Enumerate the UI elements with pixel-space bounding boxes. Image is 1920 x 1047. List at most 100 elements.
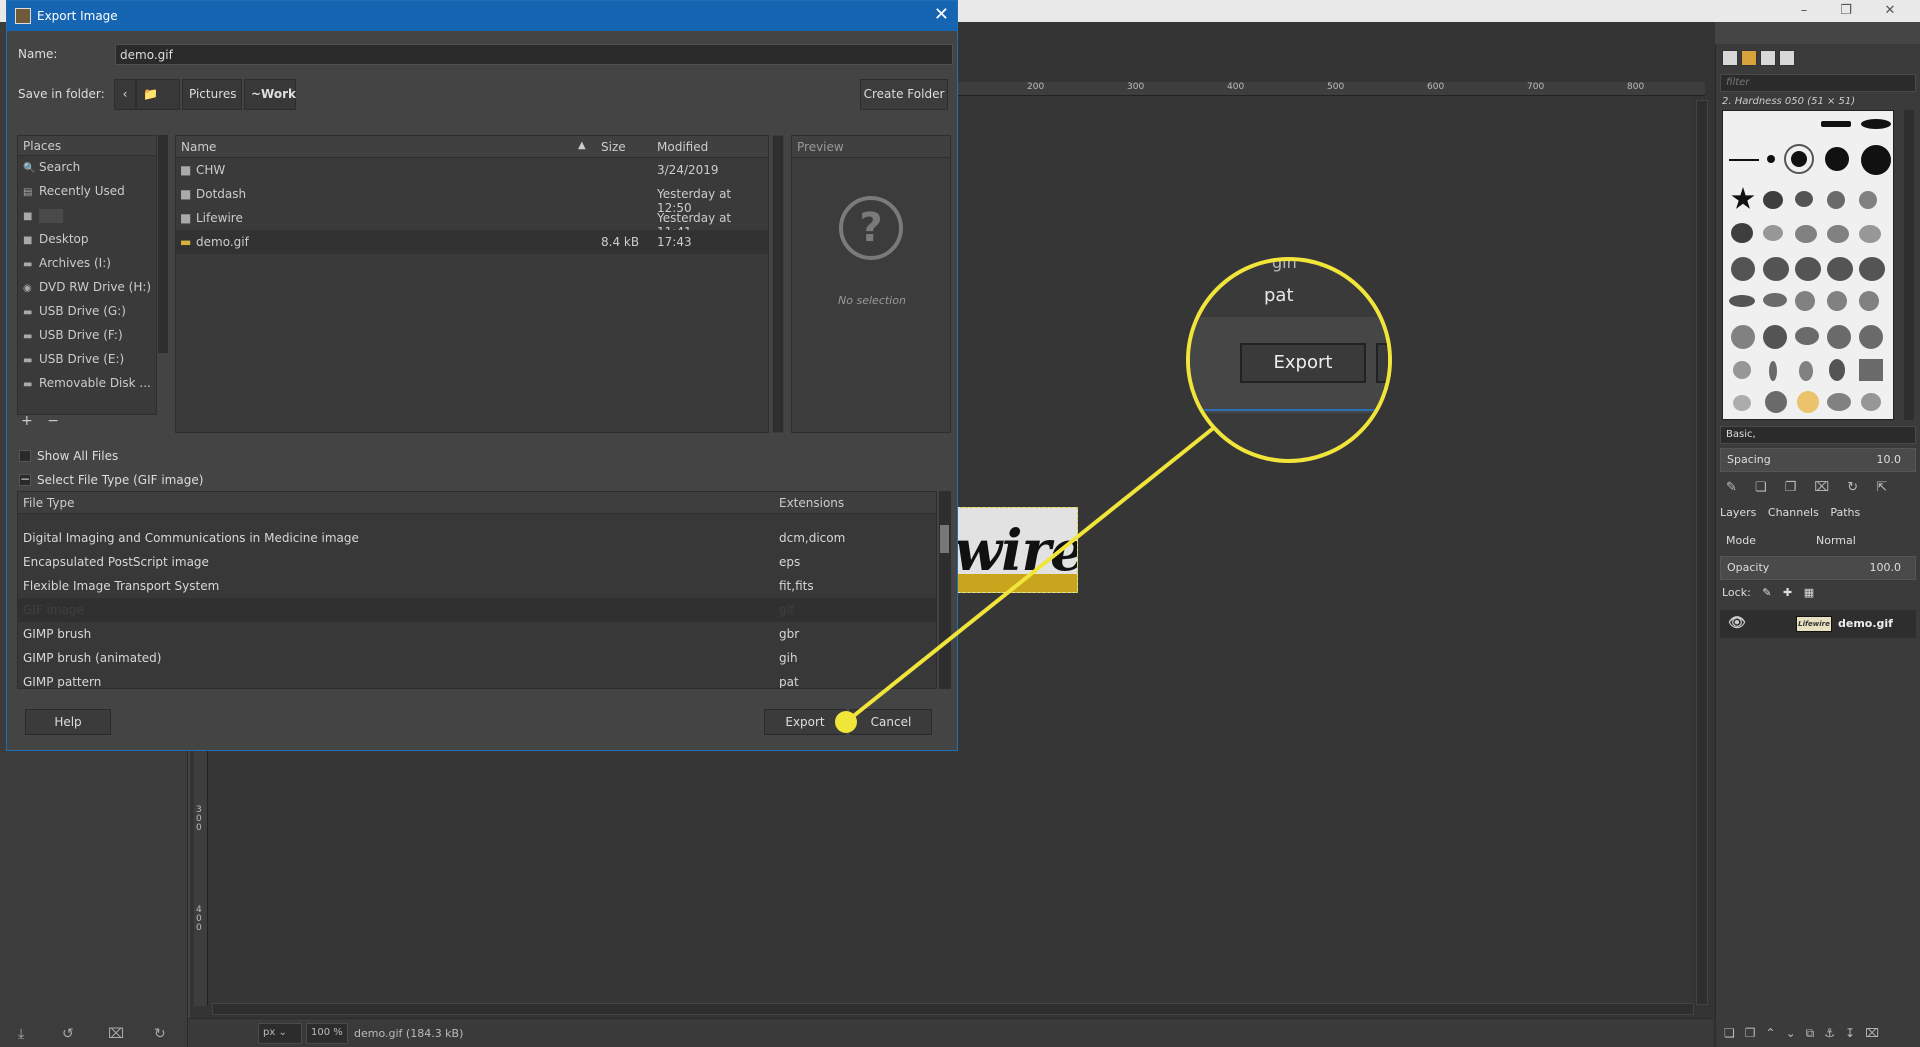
place-home[interactable]: ■ — [18, 204, 156, 228]
refresh-icon[interactable]: ↻ — [1847, 480, 1876, 495]
brush-item[interactable] — [1763, 191, 1783, 209]
scrollbar-thumb[interactable] — [940, 525, 949, 553]
place-drive[interactable]: ▬ Removable Disk ... — [18, 372, 156, 396]
new-brush-icon[interactable]: ❏ — [1755, 480, 1785, 495]
brush-item[interactable] — [1731, 257, 1755, 281]
restore-icon[interactable]: ❐ — [1826, 2, 1866, 20]
filetype-row[interactable]: GIMP brush (animated) gih — [18, 646, 936, 670]
path-pictures-button[interactable]: Pictures — [182, 79, 242, 110]
brush-grid[interactable] — [1722, 110, 1894, 420]
new-group-icon[interactable]: ❐ — [1745, 1026, 1766, 1040]
brush-item[interactable] — [1763, 225, 1783, 241]
brush-item[interactable] — [1859, 359, 1883, 381]
brush-item[interactable] — [1795, 291, 1815, 311]
filetype-row-selected[interactable]: GIF image gif — [18, 598, 936, 622]
brush-preset-select[interactable]: Basic, — [1720, 426, 1916, 444]
brush-item[interactable] — [1797, 391, 1819, 413]
brush-item[interactable] — [1827, 325, 1851, 349]
filetype-row[interactable]: Encapsulated PostScript image eps — [18, 550, 936, 574]
brush-item[interactable] — [1765, 391, 1787, 413]
brush-item[interactable] — [1731, 187, 1755, 209]
brush-item[interactable] — [1729, 295, 1755, 307]
sort-up-icon[interactable]: ▲ — [578, 140, 586, 151]
cancel-button[interactable]: Cancel — [850, 709, 932, 735]
brush-item[interactable] — [1859, 191, 1877, 209]
tab-channels[interactable]: Channels — [1768, 506, 1819, 519]
show-all-files-label[interactable]: Show All Files — [37, 449, 118, 463]
edit-brush-icon[interactable]: ✎ — [1726, 480, 1755, 495]
brush-item[interactable] — [1795, 191, 1813, 207]
brush-item[interactable] — [1795, 327, 1819, 345]
brush-item[interactable] — [1731, 325, 1755, 349]
mode-select[interactable]: Normal — [1816, 534, 1856, 547]
brush-item[interactable] — [1861, 393, 1881, 411]
eye-icon[interactable]: 👁 — [1728, 615, 1746, 631]
place-drive[interactable]: ◉ DVD RW Drive (H:) — [18, 276, 156, 300]
brush-item[interactable] — [1729, 159, 1759, 161]
filetype-scrollbar[interactable] — [939, 491, 951, 689]
place-drive[interactable]: ▬ USB Drive (E:) — [18, 348, 156, 372]
brush-scrollbar[interactable] — [1904, 110, 1914, 420]
duplicate-icon[interactable]: ❐ — [1785, 480, 1815, 495]
brush-item[interactable] — [1861, 145, 1891, 175]
brush-item[interactable] — [1827, 393, 1851, 411]
patterns-tab-icon[interactable] — [1741, 50, 1757, 66]
path-work-button[interactable]: ~Work — [244, 79, 296, 110]
save-preset-icon[interactable]: ⤓ — [18, 1026, 24, 1042]
place-drive[interactable]: ▬ Archives (I:) — [18, 252, 156, 276]
spacing-slider[interactable]: Spacing 10.0 — [1720, 448, 1916, 472]
brush-item[interactable] — [1767, 155, 1775, 163]
brush-item[interactable] — [1827, 257, 1853, 281]
new-layer-icon[interactable]: ❏ — [1724, 1026, 1745, 1040]
export-button[interactable]: Export — [764, 709, 846, 735]
lower-icon[interactable]: ⌄ — [1786, 1026, 1806, 1040]
brush-item[interactable] — [1763, 325, 1787, 349]
unit-select[interactable]: px ⌄ — [258, 1023, 302, 1044]
brush-item[interactable] — [1821, 121, 1851, 127]
brush-item[interactable] — [1861, 119, 1891, 129]
canvas-horizontal-scrollbar[interactable] — [212, 1003, 1694, 1015]
brush-item[interactable] — [1825, 147, 1849, 171]
place-drive[interactable]: ▬ USB Drive (G:) — [18, 300, 156, 324]
create-folder-button[interactable]: Create Folder — [860, 79, 948, 110]
brush-item[interactable] — [1829, 359, 1845, 381]
places-scrollbar[interactable] — [158, 135, 168, 353]
layer-row[interactable]: 👁 Lifewire demo.gif — [1720, 610, 1916, 638]
col-name[interactable]: Name — [181, 140, 216, 154]
col-size[interactable]: Size — [601, 140, 626, 154]
brush-item[interactable] — [1763, 293, 1787, 307]
delete-brush-icon[interactable]: ⌧ — [1814, 480, 1847, 495]
expander-icon[interactable]: − — [19, 473, 31, 486]
brush-item-selected[interactable] — [1784, 144, 1814, 174]
canvas-vertical-scrollbar[interactable] — [1696, 100, 1708, 1005]
place-desktop[interactable]: ■ Desktop — [18, 228, 156, 252]
filetype-row[interactable]: Digital Imaging and Communications in Me… — [18, 526, 936, 550]
remove-bookmark-icon[interactable]: − — [47, 413, 59, 429]
brush-item[interactable] — [1763, 257, 1789, 281]
file-row[interactable]: ■ Lifewire Yesterday at 11:41 — [176, 206, 768, 239]
brush-item[interactable] — [1827, 191, 1845, 209]
restore-icon[interactable]: ↺ — [62, 1026, 74, 1042]
brush-filter-input[interactable]: filter — [1720, 74, 1916, 92]
brush-item[interactable] — [1859, 225, 1881, 243]
lock-position-icon[interactable]: ✚ — [1783, 586, 1792, 599]
help-button[interactable]: Help — [25, 709, 111, 735]
brush-item[interactable] — [1769, 361, 1777, 381]
duplicate-layer-icon[interactable]: ⧉ — [1806, 1026, 1825, 1040]
brush-item[interactable] — [1731, 223, 1753, 243]
filetype-row[interactable]: GIMP brush gbr — [18, 622, 936, 646]
file-row[interactable]: ■ Dotdash Yesterday at 12:50 — [176, 182, 768, 215]
merge-icon[interactable]: ↧ — [1845, 1026, 1865, 1040]
document-tab-icon[interactable] — [1779, 50, 1795, 66]
filename-input[interactable] — [115, 44, 953, 65]
brush-item[interactable] — [1827, 225, 1849, 243]
file-list-scrollbar[interactable] — [772, 135, 784, 433]
brush-item[interactable] — [1859, 257, 1885, 281]
place-search[interactable]: 🔍 Search — [18, 156, 156, 180]
brush-item[interactable] — [1733, 361, 1751, 379]
close-icon[interactable]: ✕ — [934, 4, 949, 25]
tab-paths[interactable]: Paths — [1830, 506, 1860, 519]
brush-item[interactable] — [1859, 325, 1883, 349]
opacity-slider[interactable]: Opacity 100.0 — [1720, 556, 1916, 580]
fonts-tab-icon[interactable] — [1760, 50, 1776, 66]
